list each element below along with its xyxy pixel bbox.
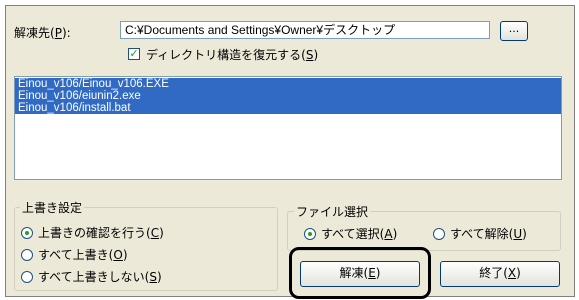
overwrite-confirm-label: 上書きの確認を行う(C) — [38, 226, 164, 240]
extract-button-highlight — [289, 247, 431, 299]
select-all-radio[interactable] — [304, 228, 316, 240]
overwrite-none-radio[interactable] — [21, 271, 33, 283]
overwrite-group-title: 上書き設定 — [20, 199, 85, 216]
overwrite-confirm-radio[interactable] — [21, 227, 33, 239]
restore-dirs-checkbox[interactable]: ✓ — [128, 48, 140, 60]
file-list[interactable]: Einou_v106/Einou_v106.EXE Einou_v106/eiu… — [14, 76, 562, 180]
extract-path-input[interactable]: C:¥Documents and Settings¥Owner¥デスクトップ — [120, 21, 490, 39]
restore-dirs-label: ディレクトリ構造を復元する(S) — [146, 48, 319, 62]
overwrite-none-label: すべて上書きしない(S) — [38, 270, 162, 284]
file-select-group-title: ファイル選択 — [294, 203, 371, 220]
extract-to-label: 解凍先(P): — [14, 26, 71, 40]
select-all-label: すべて選択(A) — [321, 227, 398, 241]
browse-button[interactable]: ... — [500, 21, 528, 41]
file-list-item[interactable]: Einou_v106/Einou_v106.EXE — [15, 78, 561, 90]
deselect-all-radio[interactable] — [433, 228, 445, 240]
exit-button[interactable]: 終了(X) — [440, 261, 560, 287]
deselect-all-label: すべて解除(U) — [450, 227, 527, 241]
file-list-item[interactable]: Einou_v106/eiunin2.exe — [15, 90, 561, 102]
file-list-item[interactable]: Einou_v106/install.bat — [15, 102, 561, 114]
overwrite-all-label: すべて上書き(O) — [38, 248, 128, 262]
overwrite-all-radio[interactable] — [21, 249, 33, 261]
